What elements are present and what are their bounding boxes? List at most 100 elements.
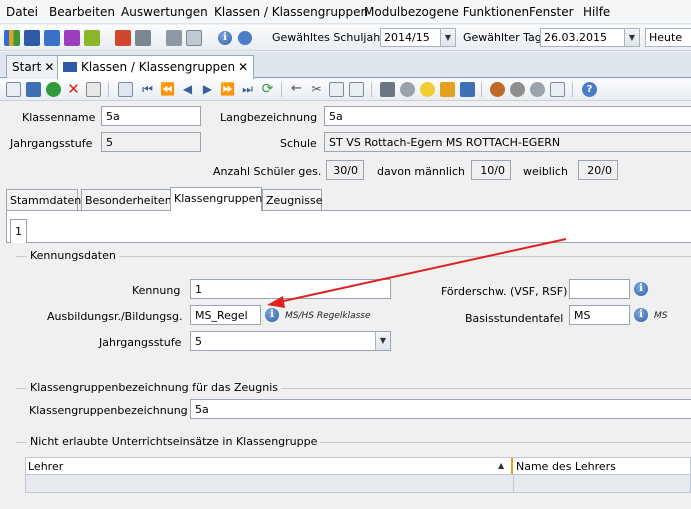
user-group-icon[interactable]	[510, 82, 525, 97]
save-icon[interactable]	[26, 82, 41, 97]
menu-bearbeiten[interactable]: Bearbeiten	[49, 5, 115, 19]
menu-klassen[interactable]: Klassen / Klassengruppen	[214, 5, 368, 19]
menu-hilfe[interactable]: Hilfe	[583, 5, 610, 19]
basis-field[interactable]: MS	[569, 305, 630, 325]
tab-start-label: Start	[12, 60, 42, 74]
fast-forward-icon[interactable]: ⏩	[220, 82, 235, 97]
heute-button[interactable]: Heute	[645, 28, 691, 47]
menu-auswertungen[interactable]: Auswertungen	[121, 5, 208, 19]
chevron-down-icon[interactable]: ▼	[624, 29, 639, 46]
lightbulb-icon[interactable]	[420, 82, 435, 97]
help-icon[interactable]: ?	[582, 82, 597, 97]
keyboard-icon[interactable]	[44, 30, 60, 46]
klassenname-label: Klassenname	[22, 111, 96, 124]
tab-klassengruppen[interactable]: Klassengruppen	[170, 187, 262, 211]
ausbildung-label: Ausbildungsr./Bildungsg.	[47, 310, 183, 323]
table-row[interactable]	[25, 475, 691, 493]
langbezeichnung-field[interactable]: 5a	[324, 106, 691, 126]
new-document-icon[interactable]	[6, 82, 21, 97]
id-card-icon	[63, 62, 77, 72]
disk-icon[interactable]	[400, 82, 415, 97]
tab-stammdaten[interactable]: Stammdaten	[6, 189, 81, 210]
jahrgangsstufe-select-value: 5	[195, 335, 202, 348]
refresh-icon[interactable]: ⟳	[260, 82, 275, 97]
previous-icon[interactable]: ◀	[180, 82, 195, 97]
chevron-down-icon[interactable]: ▼	[440, 29, 455, 46]
tab-zeugnisse[interactable]: Zeugnisse	[262, 189, 323, 210]
list-icon[interactable]	[118, 82, 133, 97]
menu-datei[interactable]: Datei	[6, 5, 38, 19]
zeugnis-title: Klassengruppenbezeichnung für das Zeugni…	[27, 381, 281, 394]
document-tabs: Start ✕ Klassen / Klassengruppen ✕	[0, 52, 691, 79]
weiblich-label: weiblich	[523, 165, 568, 178]
klassenname-field[interactable]: 5a	[101, 106, 201, 126]
last-record-icon[interactable]: ⏭	[240, 82, 255, 97]
tag-value: 26.03.2015	[544, 31, 607, 44]
next-icon[interactable]: ▶	[200, 82, 215, 97]
info-icon[interactable]: i	[265, 308, 279, 322]
board-icon[interactable]	[84, 30, 100, 46]
broom-icon[interactable]	[440, 82, 455, 97]
chevron-down-icon[interactable]: ▼	[375, 332, 390, 350]
info-icon[interactable]: i	[634, 308, 648, 322]
tab-besonderheiten[interactable]: Besonderheiten	[81, 189, 174, 210]
separator	[371, 82, 372, 97]
copy-icon[interactable]	[329, 82, 344, 97]
schuljahr-select[interactable]: 2014/15 ▼	[380, 28, 456, 47]
kennung-field[interactable]: 1	[190, 279, 391, 299]
cancel-form-icon[interactable]	[86, 82, 101, 97]
close-icon[interactable]: ✕	[44, 60, 54, 74]
book-icon[interactable]	[115, 30, 131, 46]
separator	[281, 82, 282, 97]
column-name-des-lehrers[interactable]: Name des Lehrers	[516, 460, 616, 473]
info-icon[interactable]: i	[218, 31, 232, 45]
close-icon[interactable]: ✕	[238, 60, 248, 74]
users-icon[interactable]	[490, 82, 505, 97]
separator	[572, 82, 573, 97]
calculator-icon[interactable]	[135, 30, 151, 46]
tab-gruppe-1[interactable]: 1	[10, 219, 27, 243]
langbezeichnung-label: Langbezeichnung	[220, 111, 318, 124]
grid-header: Lehrer ▲ Name des Lehrers	[25, 457, 691, 475]
delete-icon[interactable]: ✕	[66, 82, 81, 97]
rewind-icon[interactable]: ⏪	[160, 82, 175, 97]
menu-modulbezogene-funktionen[interactable]: Modulbezogene Funktionen	[364, 5, 529, 19]
jahrgangsstufe-select[interactable]: 5 ▼	[190, 331, 391, 351]
arrow-left-icon[interactable]: ←	[289, 82, 304, 97]
zeugnis-field[interactable]: 5a	[190, 399, 691, 419]
window-icon[interactable]	[186, 30, 202, 46]
kennungsdaten-title: Kennungsdaten	[27, 249, 119, 262]
basis-label: Basisstundentafel	[465, 312, 564, 325]
sort-asc-icon[interactable]: ▲	[498, 461, 504, 470]
ausbildung-hint: MS/HS Regelklasse	[285, 311, 371, 321]
menu-fenster[interactable]: Fenster	[529, 5, 574, 19]
separator	[481, 82, 482, 97]
help-icon[interactable]	[238, 31, 252, 45]
zeugnis-label: Klassengruppenbezeichnung	[29, 404, 188, 417]
column-divider	[511, 458, 513, 474]
schuljahr-value: 2014/15	[384, 31, 430, 44]
export-icon[interactable]	[460, 82, 475, 97]
tab-klassen[interactable]: Klassen / Klassengruppen ✕	[57, 55, 255, 79]
tag-select[interactable]: 26.03.2015 ▼	[540, 28, 640, 47]
class-icon[interactable]	[64, 30, 80, 46]
ausbildung-field[interactable]: MS_Regel	[190, 305, 261, 325]
tab-start[interactable]: Start ✕	[6, 55, 61, 78]
print-icon[interactable]	[380, 82, 395, 97]
id-card-icon[interactable]	[24, 30, 40, 46]
schueler-icon[interactable]	[4, 30, 20, 46]
link-icon[interactable]	[530, 82, 545, 97]
foerder-field[interactable]	[569, 279, 630, 299]
copy-window-icon[interactable]	[166, 30, 182, 46]
maennlich-label: davon männlich	[377, 165, 465, 178]
info-icon[interactable]: i	[634, 282, 648, 296]
weiblich-field: 20/0	[578, 160, 618, 180]
cut-icon[interactable]: ✂	[309, 82, 324, 97]
jahrgangsstufe-label: Jahrgangsstufe	[10, 137, 93, 150]
edit-icon[interactable]	[550, 82, 565, 97]
first-record-icon[interactable]: ⏮	[140, 82, 155, 97]
schule-label: Schule	[280, 137, 317, 150]
paste-icon[interactable]	[349, 82, 364, 97]
undo-icon[interactable]	[46, 82, 61, 97]
column-lehrer[interactable]: Lehrer	[28, 460, 63, 473]
